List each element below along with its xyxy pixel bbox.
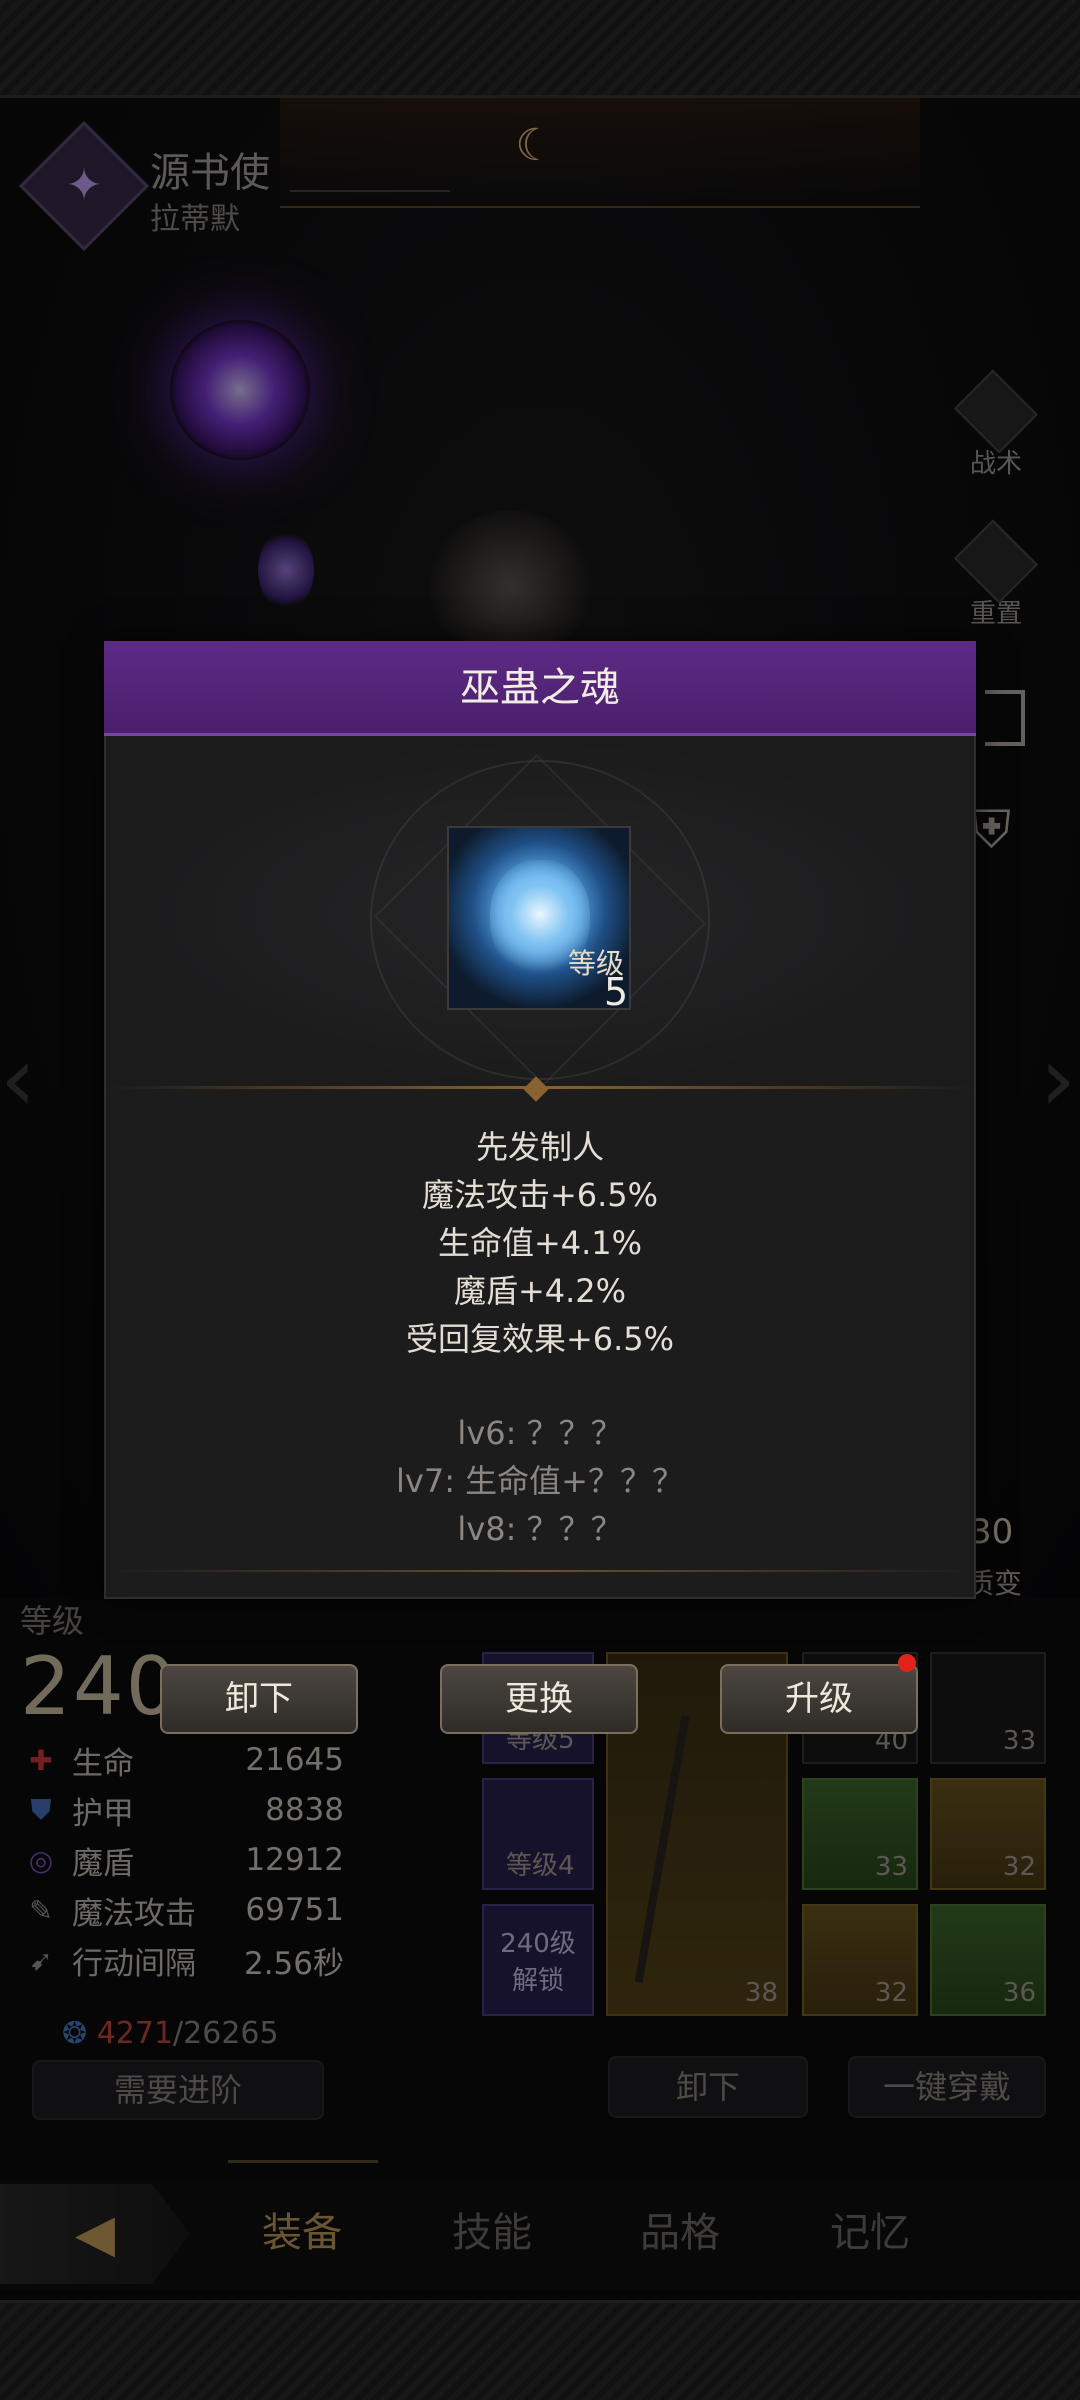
soul-bonus: 生命值+4.1% bbox=[437, 1224, 643, 1262]
soul-bonus: 魔盾+4.2% bbox=[453, 1272, 627, 1310]
soul-bonus: 魔法攻击+6.5% bbox=[421, 1176, 659, 1214]
soul-level-value: 5 bbox=[604, 970, 629, 1014]
modal-title: 巫蛊之魂 bbox=[460, 665, 620, 711]
soul-bonus: 受回复效果+6.5% bbox=[405, 1320, 675, 1358]
upgrade-button[interactable]: 升级 bbox=[720, 1664, 918, 1734]
notification-dot bbox=[898, 1654, 916, 1672]
soul-skill-name: 先发制人 bbox=[475, 1128, 604, 1166]
locked-bonus: lv8: ？？？ bbox=[457, 1510, 623, 1548]
locked-bonus: lv7: 生命值+？？？ bbox=[396, 1462, 684, 1500]
locked-bonus: lv6: ？？？ bbox=[457, 1414, 623, 1452]
unequip-button[interactable]: 卸下 bbox=[160, 1664, 358, 1734]
replace-button[interactable]: 更换 bbox=[440, 1664, 638, 1734]
modal-bottom-divider bbox=[108, 1570, 972, 1572]
